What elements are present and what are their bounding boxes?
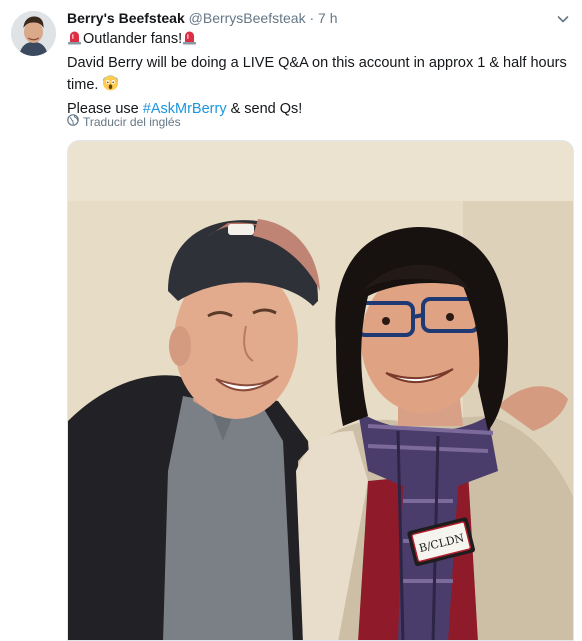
globe-icon <box>67 114 79 130</box>
siren-emoji <box>182 30 197 52</box>
tweet-text: Outlander fans! David Berry will be doin… <box>67 28 567 120</box>
siren-emoji <box>67 30 82 52</box>
avatar[interactable] <box>11 11 56 56</box>
user-handle[interactable]: @BerrysBeefsteak <box>189 10 306 26</box>
photo-illustration: B/CLDN <box>68 141 573 640</box>
tweet-line-4-suffix: & send Qs! <box>226 101 303 117</box>
tweet-header: Berry's Beefsteak @BerrysBeefsteak · 7 h <box>67 9 552 27</box>
tweet-line-3-text: time. <box>67 77 99 93</box>
tweet-photo[interactable]: B/CLDN <box>67 140 574 641</box>
translate-label: Traducir del inglés <box>83 115 181 129</box>
display-name[interactable]: Berry's Beefsteak <box>67 10 185 26</box>
scream-emoji <box>102 74 119 98</box>
tweet-line-2: David Berry will be doing a LIVE Q&A on … <box>67 55 567 71</box>
tweet-line-3: time. <box>67 74 567 98</box>
tweet[interactable]: Berry's Beefsteak @BerrysBeefsteak · 7 h… <box>0 0 582 641</box>
translate-link[interactable]: Traducir del inglés <box>67 114 181 130</box>
tweet-line-1-text: Outlander fans! <box>83 31 183 47</box>
timestamp[interactable]: 7 h <box>318 10 337 26</box>
tweet-line-1: Outlander fans! <box>67 28 567 52</box>
separator-dot: · <box>309 10 315 26</box>
chevron-down-icon[interactable] <box>556 12 570 26</box>
